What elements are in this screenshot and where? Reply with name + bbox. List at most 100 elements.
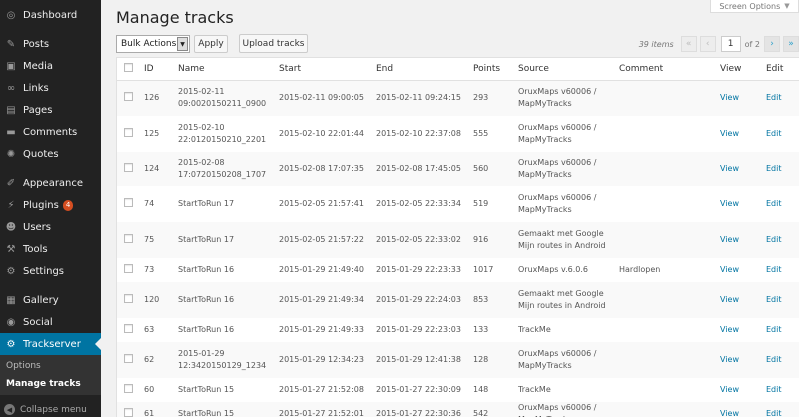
edit-link[interactable]: Edit xyxy=(766,385,782,394)
row-checkbox[interactable] xyxy=(124,383,133,393)
row-checkbox[interactable] xyxy=(124,127,133,137)
select-all-checkbox[interactable] xyxy=(124,62,133,72)
sidebar-item-pages[interactable]: ▤ Pages xyxy=(0,99,101,121)
row-checkbox[interactable] xyxy=(124,323,133,333)
next-page-button[interactable]: › xyxy=(764,36,780,52)
edit-link[interactable]: Edit xyxy=(766,93,782,102)
apply-button[interactable]: Apply xyxy=(194,35,228,53)
row-checkbox-cell xyxy=(117,186,144,222)
track-id: 63 xyxy=(144,325,155,334)
track-source: OruxMaps v60006 / xyxy=(518,349,597,358)
view-cell: View xyxy=(720,342,766,378)
track-points: 1017 xyxy=(473,265,494,274)
track-source: TrackMe xyxy=(518,385,551,394)
view-link[interactable]: View xyxy=(720,235,739,244)
edit-link[interactable]: Edit xyxy=(766,325,782,334)
source-cell: OruxMaps v.6.0.6 xyxy=(518,258,619,282)
row-checkbox[interactable] xyxy=(124,91,133,101)
sidebar-item-trackserver[interactable]: ⚙ Trackserver xyxy=(0,333,101,355)
end-cell: 2015-02-05 22:33:34 xyxy=(376,186,473,222)
pagination: 39 items « ‹ of 2 › » xyxy=(639,36,799,52)
column-header-name: Name xyxy=(178,58,279,81)
sidebar-item-quotes[interactable]: ✺ Quotes xyxy=(0,143,101,165)
table-row: 62 2015-01-29 12:3420150129_1234 2015-01-29… xyxy=(117,342,799,378)
sidebar-item-comments[interactable]: ▬ Comments xyxy=(0,121,101,143)
sidebar-item-links[interactable]: ∞ Links xyxy=(0,77,101,99)
table-row: 120 StartToRun 16 2015-01-29 21:49:34 2015-… xyxy=(117,282,799,318)
edit-link[interactable]: Edit xyxy=(766,164,782,173)
end-cell: 2015-01-29 12:41:38 xyxy=(376,342,473,378)
view-link[interactable]: View xyxy=(720,199,739,208)
comment-cell xyxy=(619,186,720,222)
track-source: TrackMe xyxy=(518,325,551,334)
collapse-menu-button[interactable]: ◀ Collapse menu xyxy=(4,404,87,415)
row-checkbox-cell xyxy=(117,318,144,342)
row-checkbox-cell xyxy=(117,116,144,152)
view-link[interactable]: View xyxy=(720,265,739,274)
sidebar-item-posts[interactable]: ✎ Posts xyxy=(0,33,101,55)
comment-cell xyxy=(619,402,720,417)
first-page-button[interactable]: « xyxy=(680,36,697,52)
sidebar-item-tools[interactable]: ⚒ Tools xyxy=(0,238,101,260)
links-icon: ∞ xyxy=(6,82,16,94)
sidebar-item-social[interactable]: ◉ Social xyxy=(0,311,101,333)
start-cell: 2015-02-05 21:57:41 xyxy=(279,186,376,222)
track-start: 2015-01-29 12:34:23 xyxy=(279,355,364,364)
sidebar-item-appearance[interactable]: ✐ Appearance xyxy=(0,172,101,194)
id-cell: 74 xyxy=(144,186,178,222)
trackserver-submenu: Options Manage tracks xyxy=(0,355,101,395)
edit-link[interactable]: Edit xyxy=(766,199,782,208)
view-link[interactable]: View xyxy=(720,409,739,417)
row-checkbox[interactable] xyxy=(124,293,133,303)
row-checkbox[interactable] xyxy=(124,407,133,417)
view-link[interactable]: View xyxy=(720,325,739,334)
submenu-item-options[interactable]: Options xyxy=(6,361,41,371)
sidebar-item-gallery[interactable]: ▦ Gallery xyxy=(0,289,101,311)
sidebar-item-settings[interactable]: ⚙ Settings xyxy=(0,260,101,282)
current-page-input[interactable] xyxy=(720,36,741,52)
sidebar-item-plugins[interactable]: ⚡ Plugins 4 xyxy=(0,194,101,216)
track-name: 2015-01-29 xyxy=(178,349,225,358)
edit-link[interactable]: Edit xyxy=(766,235,782,244)
bulk-actions-select[interactable]: Bulk Actions ▼ xyxy=(116,35,190,53)
view-link[interactable]: View xyxy=(720,93,739,102)
name-cell: StartToRun 17 xyxy=(178,222,279,258)
sidebar-item-media[interactable]: ▣ Media xyxy=(0,55,101,77)
screen-options-button[interactable]: Screen Options ▼ xyxy=(710,0,799,13)
last-page-button[interactable]: » xyxy=(783,36,799,52)
row-checkbox[interactable] xyxy=(124,197,133,207)
row-checkbox[interactable] xyxy=(124,233,133,243)
track-name: StartToRun 16 xyxy=(178,325,235,334)
row-checkbox[interactable] xyxy=(124,162,133,172)
track-name: 12:3420150129_1234 xyxy=(178,361,267,370)
edit-link[interactable]: Edit xyxy=(766,129,782,138)
end-cell: 2015-01-27 22:30:09 xyxy=(376,378,473,402)
view-link[interactable]: View xyxy=(720,164,739,173)
quotes-icon: ✺ xyxy=(6,148,16,160)
prev-page-button[interactable]: ‹ xyxy=(699,36,716,52)
view-link[interactable]: View xyxy=(720,129,739,138)
source-cell: OruxMaps v60006 / MapMyTracks xyxy=(518,80,619,116)
items-count: 39 items xyxy=(638,39,674,49)
sidebar-item-dashboard[interactable]: ◎ Dashboard xyxy=(0,4,101,26)
edit-link[interactable]: Edit xyxy=(766,265,782,274)
track-source: Gemaakt met Google xyxy=(518,289,604,298)
sidebar-item-users[interactable]: ☻ Users xyxy=(0,216,101,238)
submenu-item-manage-tracks[interactable]: Manage tracks xyxy=(6,379,81,389)
track-end: 2015-02-05 22:33:02 xyxy=(376,235,461,244)
row-checkbox[interactable] xyxy=(124,353,133,363)
id-cell: 62 xyxy=(144,342,178,378)
upload-tracks-button[interactable]: Upload tracks xyxy=(239,34,308,53)
view-link[interactable]: View xyxy=(720,385,739,394)
edit-link[interactable]: Edit xyxy=(766,355,782,364)
edit-link[interactable]: Edit xyxy=(766,409,782,417)
view-link[interactable]: View xyxy=(720,355,739,364)
comment-cell xyxy=(619,342,720,378)
source-cell: OruxMaps v60006 / MapMyTracks xyxy=(518,342,619,378)
row-checkbox[interactable] xyxy=(124,263,133,273)
view-link[interactable]: View xyxy=(720,295,739,304)
start-cell: 2015-01-29 21:49:33 xyxy=(279,318,376,342)
track-id: 124 xyxy=(144,164,160,173)
points-cell: 148 xyxy=(473,378,518,402)
edit-link[interactable]: Edit xyxy=(766,295,782,304)
